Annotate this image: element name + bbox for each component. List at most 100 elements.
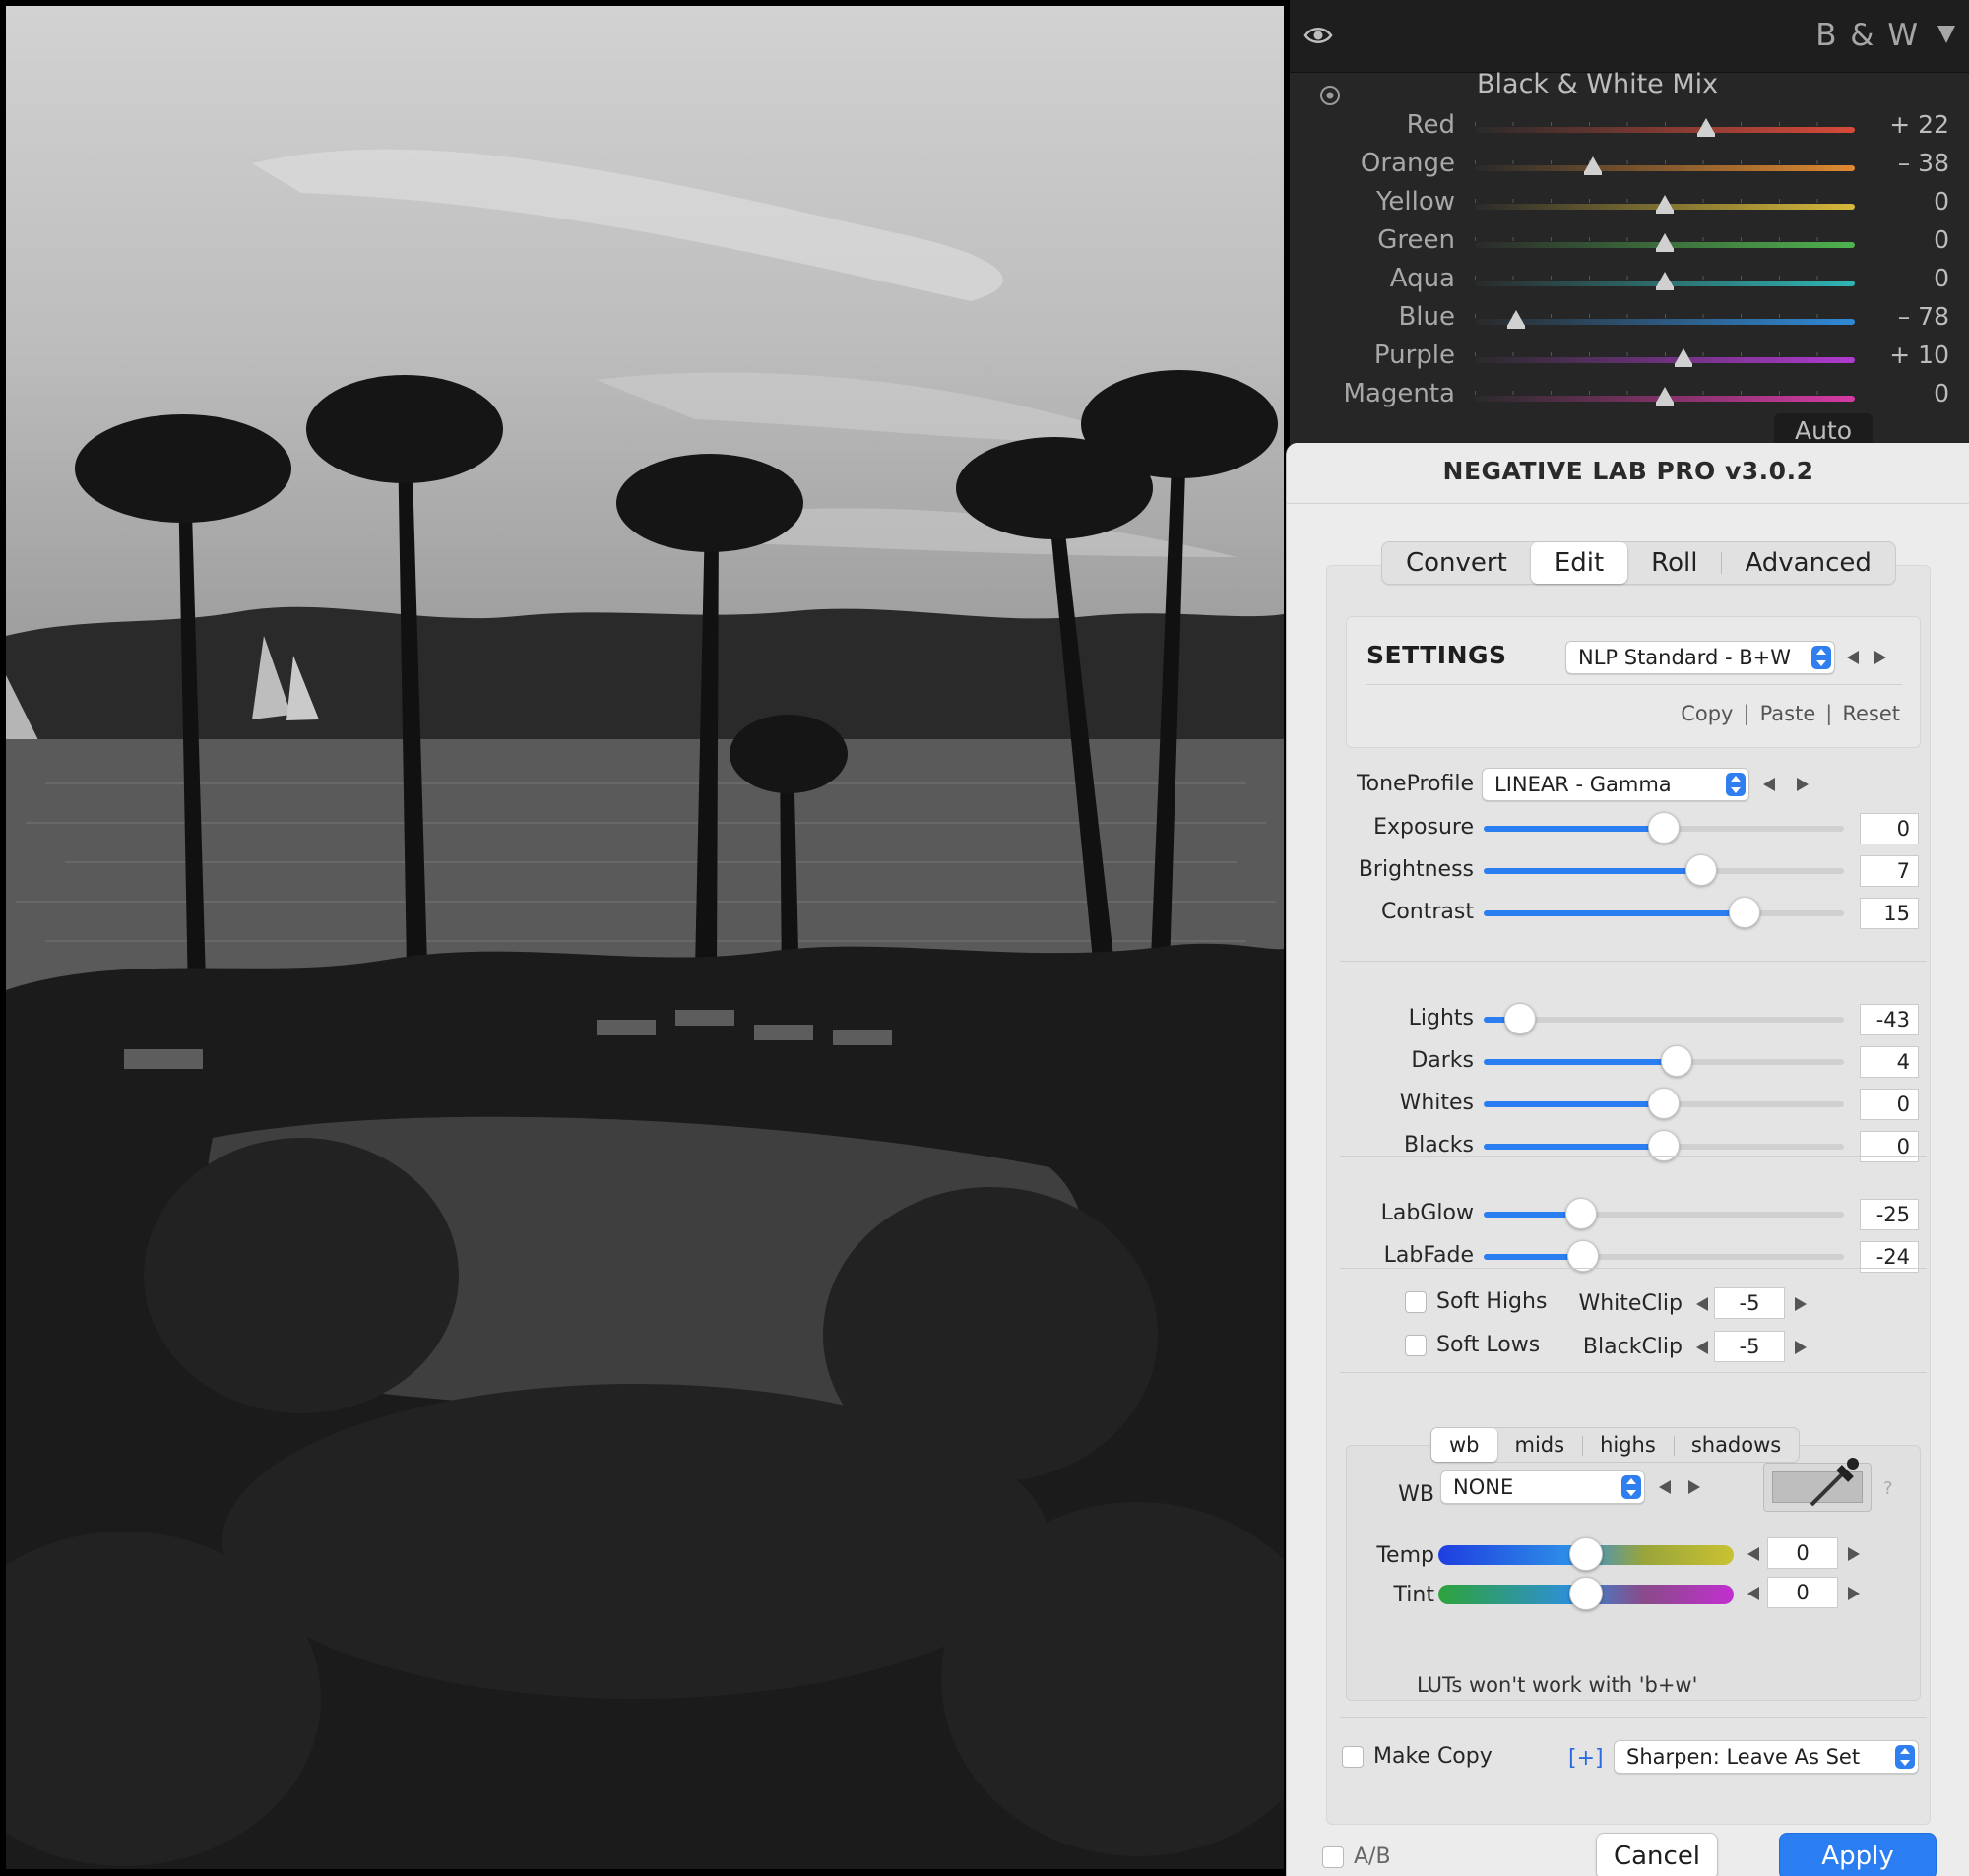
blackclip-input[interactable]: -5 xyxy=(1714,1331,1785,1362)
cancel-button[interactable]: Cancel xyxy=(1596,1833,1718,1876)
whiteclip-input[interactable]: -5 xyxy=(1714,1287,1785,1319)
bw-panel-header[interactable]: B & W xyxy=(1290,0,1969,73)
toneprofile-select[interactable]: LINEAR - Gamma xyxy=(1482,768,1749,801)
labglow-input[interactable]: -25 xyxy=(1860,1199,1919,1230)
tint-decrement-icon[interactable] xyxy=(1747,1587,1759,1600)
bw-mix-slider-thumb[interactable] xyxy=(1656,233,1674,252)
lights-slider-knob[interactable] xyxy=(1503,1003,1536,1034)
bw-mix-slider-track[interactable] xyxy=(1475,165,1855,171)
contrast-input[interactable]: 15 xyxy=(1860,898,1919,929)
select-stepper-icon xyxy=(1811,646,1831,669)
labglow-slider[interactable] xyxy=(1484,1198,1844,1229)
target-adjust-icon[interactable] xyxy=(1317,83,1343,108)
lights-input[interactable]: -43 xyxy=(1860,1004,1919,1035)
whiteclip-increment-icon[interactable] xyxy=(1795,1297,1807,1311)
paste-link[interactable]: Paste xyxy=(1760,702,1816,725)
toneprofile-next-arrow-icon[interactable] xyxy=(1797,778,1809,791)
brightness-input[interactable]: 7 xyxy=(1860,855,1919,887)
temp-slider-knob[interactable] xyxy=(1569,1537,1603,1571)
tab-shadows[interactable]: shadows xyxy=(1673,1428,1799,1462)
add-plus-button[interactable]: [+] xyxy=(1568,1746,1604,1771)
toneprofile-prev-arrow-icon[interactable] xyxy=(1763,778,1775,791)
bw-mix-slider-thumb[interactable] xyxy=(1583,156,1602,175)
whites-slider-knob[interactable] xyxy=(1648,1088,1680,1119)
whites-input[interactable]: 0 xyxy=(1860,1089,1919,1120)
brightness-slider[interactable] xyxy=(1484,854,1844,886)
tab-roll[interactable]: Roll xyxy=(1627,542,1721,584)
tab-convert[interactable]: Convert xyxy=(1382,542,1531,584)
blacks-slider-knob[interactable] xyxy=(1648,1130,1680,1161)
blackclip-decrement-icon[interactable] xyxy=(1696,1341,1708,1354)
blacks-input[interactable]: 0 xyxy=(1860,1131,1919,1162)
labglow-slider-knob[interactable] xyxy=(1564,1198,1597,1229)
bw-mix-slider-thumb[interactable] xyxy=(1656,387,1674,406)
photo-preview[interactable] xyxy=(6,6,1284,1869)
collapse-triangle-icon[interactable] xyxy=(1937,26,1955,43)
bw-mix-value[interactable]: – 38 xyxy=(1861,149,1949,177)
soft-highs-checkbox[interactable] xyxy=(1405,1291,1427,1313)
copy-link[interactable]: Copy xyxy=(1681,702,1733,725)
whiteclip-decrement-icon[interactable] xyxy=(1696,1297,1708,1311)
settings-preset-select[interactable]: NLP Standard - B+W xyxy=(1565,641,1835,674)
tab-mids[interactable]: mids xyxy=(1497,1428,1583,1462)
bw-mix-value[interactable]: 0 xyxy=(1861,264,1949,292)
whites-label: Whites xyxy=(1399,1091,1474,1115)
exposure-slider-knob[interactable] xyxy=(1648,812,1680,844)
bw-mix-value[interactable]: + 22 xyxy=(1861,110,1949,139)
bw-mix-value[interactable]: 0 xyxy=(1861,379,1949,407)
bw-mix-value[interactable]: 0 xyxy=(1861,225,1949,254)
tab-edit[interactable]: Edit xyxy=(1530,542,1628,584)
tab-highs[interactable]: highs xyxy=(1582,1428,1674,1462)
auto-button[interactable]: Auto xyxy=(1774,413,1873,447)
wb-help-icon[interactable]: ? xyxy=(1883,1478,1893,1499)
preset-next-arrow-icon[interactable] xyxy=(1874,651,1886,664)
sharpen-select[interactable]: Sharpen: Leave As Set xyxy=(1614,1740,1919,1774)
bw-mix-slider-track[interactable] xyxy=(1475,319,1855,325)
bw-mix-slider-thumb[interactable] xyxy=(1656,195,1674,214)
darks-slider-knob[interactable] xyxy=(1660,1045,1692,1077)
contrast-slider[interactable] xyxy=(1484,897,1844,928)
blackclip-increment-icon[interactable] xyxy=(1795,1341,1807,1354)
soft-lows-checkbox[interactable] xyxy=(1405,1335,1427,1356)
bw-mix-slider-thumb[interactable] xyxy=(1656,272,1674,290)
tint-input[interactable]: 0 xyxy=(1767,1577,1838,1608)
preset-prev-arrow-icon[interactable] xyxy=(1847,651,1859,664)
temp-increment-icon[interactable] xyxy=(1848,1547,1860,1561)
bw-mix-value[interactable]: 0 xyxy=(1861,187,1949,216)
settings-box: SETTINGS NLP Standard - B+W Copy | Paste | R… xyxy=(1346,616,1921,748)
bw-mix-value[interactable]: – 78 xyxy=(1861,302,1949,331)
tint-slider-knob[interactable] xyxy=(1569,1577,1603,1610)
bw-mix-slider-track[interactable] xyxy=(1475,127,1855,133)
lights-label: Lights xyxy=(1408,1006,1474,1031)
exposure-input[interactable]: 0 xyxy=(1860,813,1919,844)
eye-icon[interactable] xyxy=(1303,24,1333,47)
make-copy-checkbox[interactable] xyxy=(1342,1746,1364,1768)
tab-advanced[interactable]: Advanced xyxy=(1721,542,1894,584)
wb-prev-arrow-icon[interactable] xyxy=(1659,1480,1671,1494)
tab-wb[interactable]: wb xyxy=(1431,1428,1497,1462)
tint-increment-icon[interactable] xyxy=(1848,1587,1860,1600)
bw-mix-slider-thumb[interactable] xyxy=(1507,310,1526,329)
labfade-slider[interactable] xyxy=(1484,1240,1844,1272)
apply-button[interactable]: Apply xyxy=(1779,1833,1937,1876)
blacks-slider[interactable] xyxy=(1484,1130,1844,1161)
temp-slider[interactable] xyxy=(1438,1537,1734,1571)
temp-decrement-icon[interactable] xyxy=(1747,1547,1759,1561)
bw-mix-slider-thumb[interactable] xyxy=(1697,118,1716,137)
wb-select[interactable]: NONE xyxy=(1440,1470,1645,1504)
bw-mix-slider-thumb[interactable] xyxy=(1675,348,1693,367)
exposure-slider[interactable] xyxy=(1484,812,1844,844)
tint-slider[interactable] xyxy=(1438,1577,1734,1610)
darks-input[interactable]: 4 xyxy=(1860,1046,1919,1078)
bw-mix-slider-track[interactable] xyxy=(1475,357,1855,363)
settings-preset-value: NLP Standard - B+W xyxy=(1578,646,1791,669)
ab-checkbox[interactable] xyxy=(1322,1846,1344,1868)
whites-slider[interactable] xyxy=(1484,1088,1844,1119)
bw-mix-value[interactable]: + 10 xyxy=(1861,341,1949,369)
wb-next-arrow-icon[interactable] xyxy=(1688,1480,1700,1494)
darks-slider[interactable] xyxy=(1484,1045,1844,1077)
eyedropper-button[interactable] xyxy=(1763,1458,1872,1512)
temp-input[interactable]: 0 xyxy=(1767,1537,1838,1569)
lights-slider[interactable] xyxy=(1484,1003,1844,1034)
reset-link[interactable]: Reset xyxy=(1842,702,1900,725)
